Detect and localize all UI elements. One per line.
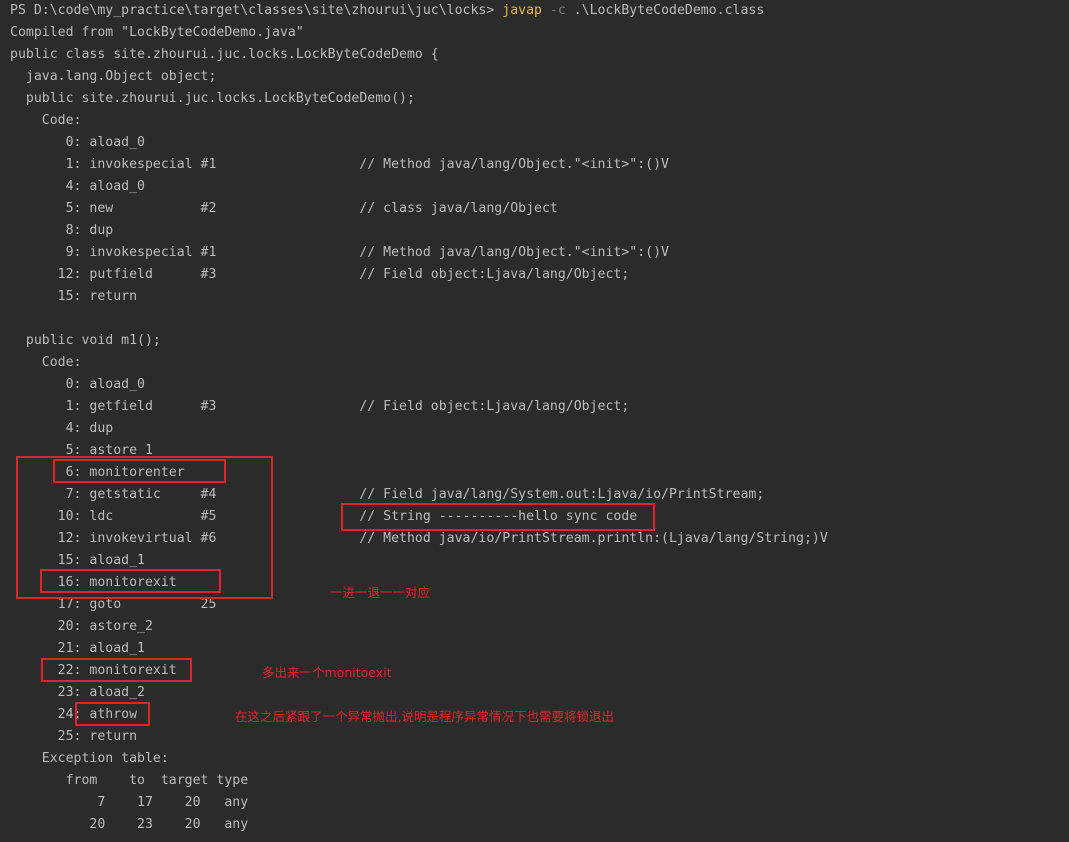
output-line: java.lang.Object object; — [10, 69, 217, 84]
output-line: Code: — [10, 355, 82, 370]
output-line: 4: dup — [10, 421, 114, 436]
output-line: 20 23 20 any — [10, 817, 249, 832]
output-line: 8: dup — [10, 223, 114, 238]
output-line: 1: invokespecial #1 // Method java/lang/… — [10, 157, 669, 172]
output-line: 15: return — [10, 289, 138, 304]
note-extra-exit: 多出来一个monitoexit — [262, 665, 392, 680]
output-line: 0: aload_0 — [10, 135, 145, 150]
output-line: Exception table: — [10, 751, 169, 766]
note-pairing: 一进一退一一对应 — [330, 585, 431, 600]
output-line: 20: astore_2 — [10, 619, 153, 634]
output-line: 7 17 20 any — [10, 795, 249, 810]
extra-monitorexit-highlight — [41, 658, 192, 682]
output-line: Code: — [10, 113, 82, 128]
output-line: 1: getfield #3 // Field object:Ljava/lan… — [10, 399, 630, 414]
output-line: 4: aload_0 — [10, 179, 145, 194]
athrow-highlight — [75, 702, 150, 726]
output-line: public site.zhourui.juc.locks.LockByteCo… — [10, 91, 415, 106]
monitorexit-highlight — [40, 569, 221, 593]
output-line: 12: putfield #3 // Field object:Ljava/la… — [10, 267, 630, 282]
output-line: 21: aload_1 — [10, 641, 145, 656]
prompt-path: PS D:\code\my_practice\target\classes\si… — [10, 3, 503, 18]
output-line: Compiled from "LockByteCodeDemo.java" — [10, 25, 304, 40]
output-line: 5: new #2 // class java/lang/Object — [10, 201, 558, 216]
output-line: 23: aload_2 — [10, 685, 145, 700]
prompt-argument: .\LockByteCodeDemo.class — [573, 3, 765, 18]
output-line: from to target type — [10, 773, 249, 788]
output-line: public class site.zhourui.juc.locks.Lock… — [10, 47, 439, 62]
output-line: 25: return — [10, 729, 138, 744]
prompt-line: PS D:\code\my_practice\target\classes\si… — [10, 0, 764, 22]
output-line: 0: aload_0 — [10, 377, 145, 392]
prompt-command: javap — [502, 3, 542, 18]
output-line: public void m1(); — [10, 333, 161, 348]
note-athrow: 在这之后紧跟了一个异常抛出,说明是程序异常情况下也需要将锁退出 — [235, 709, 614, 724]
string-constant-highlight — [341, 503, 655, 531]
output-line: 9: invokespecial #1 // Method java/lang/… — [10, 245, 669, 260]
prompt-flag: -c — [541, 3, 574, 18]
monitorenter-highlight — [53, 459, 226, 483]
